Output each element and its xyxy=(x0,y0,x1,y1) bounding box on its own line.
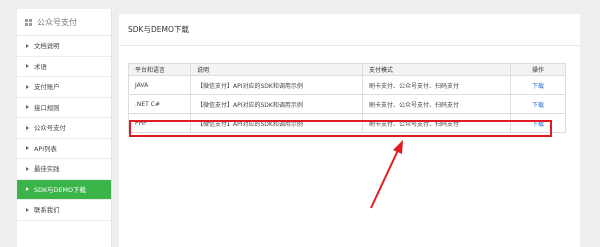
mode-cell: 刷卡支付、公众号支付、扫码支付 xyxy=(362,94,511,114)
download-link[interactable]: 下载 xyxy=(532,121,544,128)
sidebar-item-label: 公众号支付 xyxy=(34,124,66,133)
sidebar-item-contact[interactable]: 联系我们 xyxy=(17,200,111,221)
sidebar-item-rules[interactable]: 接口规则 xyxy=(17,98,111,118)
table-header-row: 平台和语言 说明 支付模式 操作 xyxy=(128,63,566,76)
platform-cell: JAVA xyxy=(128,75,191,95)
sidebar-item-best-practice[interactable]: 最佳实践 xyxy=(17,159,111,180)
chevron-right-icon xyxy=(26,105,29,110)
chevron-right-icon xyxy=(26,64,29,69)
chevron-right-icon xyxy=(26,43,29,48)
mode-cell: 刷卡支付、公众号支付、扫码支付 xyxy=(362,75,511,95)
desc-cell: 【微信支付】API对应的SDK和调用示例 xyxy=(190,94,363,114)
download-link[interactable]: 下载 xyxy=(532,102,544,109)
chevron-right-icon xyxy=(26,187,29,192)
desc-cell: 【微信支付】API对应的SDK和调用示例 xyxy=(190,113,363,133)
table-header: 支付模式 xyxy=(362,63,511,76)
chevron-right-icon xyxy=(26,207,29,212)
sidebar-item-docs[interactable]: 文档说明 xyxy=(17,36,111,57)
page-title: SDK与DEMO下载 xyxy=(119,14,580,46)
sidebar-item-label: 联系我们 xyxy=(34,206,60,215)
sidebar-item-label: SDK与DEMO下载 xyxy=(34,185,86,194)
sidebar-item-accounts[interactable]: 支付账户 xyxy=(17,77,111,98)
sidebar-item-label: 接口规则 xyxy=(34,103,60,112)
grid-icon xyxy=(25,18,32,26)
chevron-right-icon xyxy=(26,166,29,171)
sidebar-item-label: 最佳实践 xyxy=(34,165,60,174)
platform-cell: .NET C# xyxy=(128,94,191,114)
sidebar-item-jsapi-pay[interactable]: 公众号支付 xyxy=(17,118,111,139)
sidebar-item-label: 术语 xyxy=(34,62,47,71)
table-row: .NET C# 【微信支付】API对应的SDK和调用示例 刷卡支付、公众号支付、… xyxy=(128,94,566,114)
platform-cell: PHP xyxy=(128,113,191,133)
sidebar-header: 公众号支付 xyxy=(17,9,111,36)
chevron-right-icon xyxy=(26,84,29,89)
chevron-right-icon xyxy=(26,146,29,151)
sidebar-item-label: 文档说明 xyxy=(34,42,60,51)
download-link[interactable]: 下载 xyxy=(532,83,544,90)
desc-cell: 【微信支付】API对应的SDK和调用示例 xyxy=(190,75,363,95)
chevron-right-icon xyxy=(26,125,29,130)
sidebar-item-label: 支付账户 xyxy=(34,83,60,92)
sidebar-item-terms[interactable]: 术语 xyxy=(17,57,111,77)
table-header: 说明 xyxy=(190,63,363,76)
sidebar-header-title: 公众号支付 xyxy=(37,17,77,27)
sdk-table: 平台和语言 说明 支付模式 操作 JAVA 【微信支付】API对应的SDK和调用… xyxy=(128,63,566,133)
table-header: 平台和语言 xyxy=(128,63,191,76)
table-row: JAVA 【微信支付】API对应的SDK和调用示例 刷卡支付、公众号支付、扫码支… xyxy=(128,75,566,95)
sidebar-item-label: API列表 xyxy=(34,144,57,153)
mode-cell: 刷卡支付、公众号支付、扫码支付 xyxy=(362,113,511,133)
table-row: PHP 【微信支付】API对应的SDK和调用示例 刷卡支付、公众号支付、扫码支付… xyxy=(128,113,566,133)
sidebar: 公众号支付 文档说明 术语 支付账户 接口规则 公众号支付 API列表 最佳实践… xyxy=(17,9,112,247)
sidebar-item-api-list[interactable]: API列表 xyxy=(17,139,111,159)
sidebar-item-sdk-download[interactable]: SDK与DEMO下载 xyxy=(17,179,111,200)
table-header: 操作 xyxy=(510,63,566,76)
